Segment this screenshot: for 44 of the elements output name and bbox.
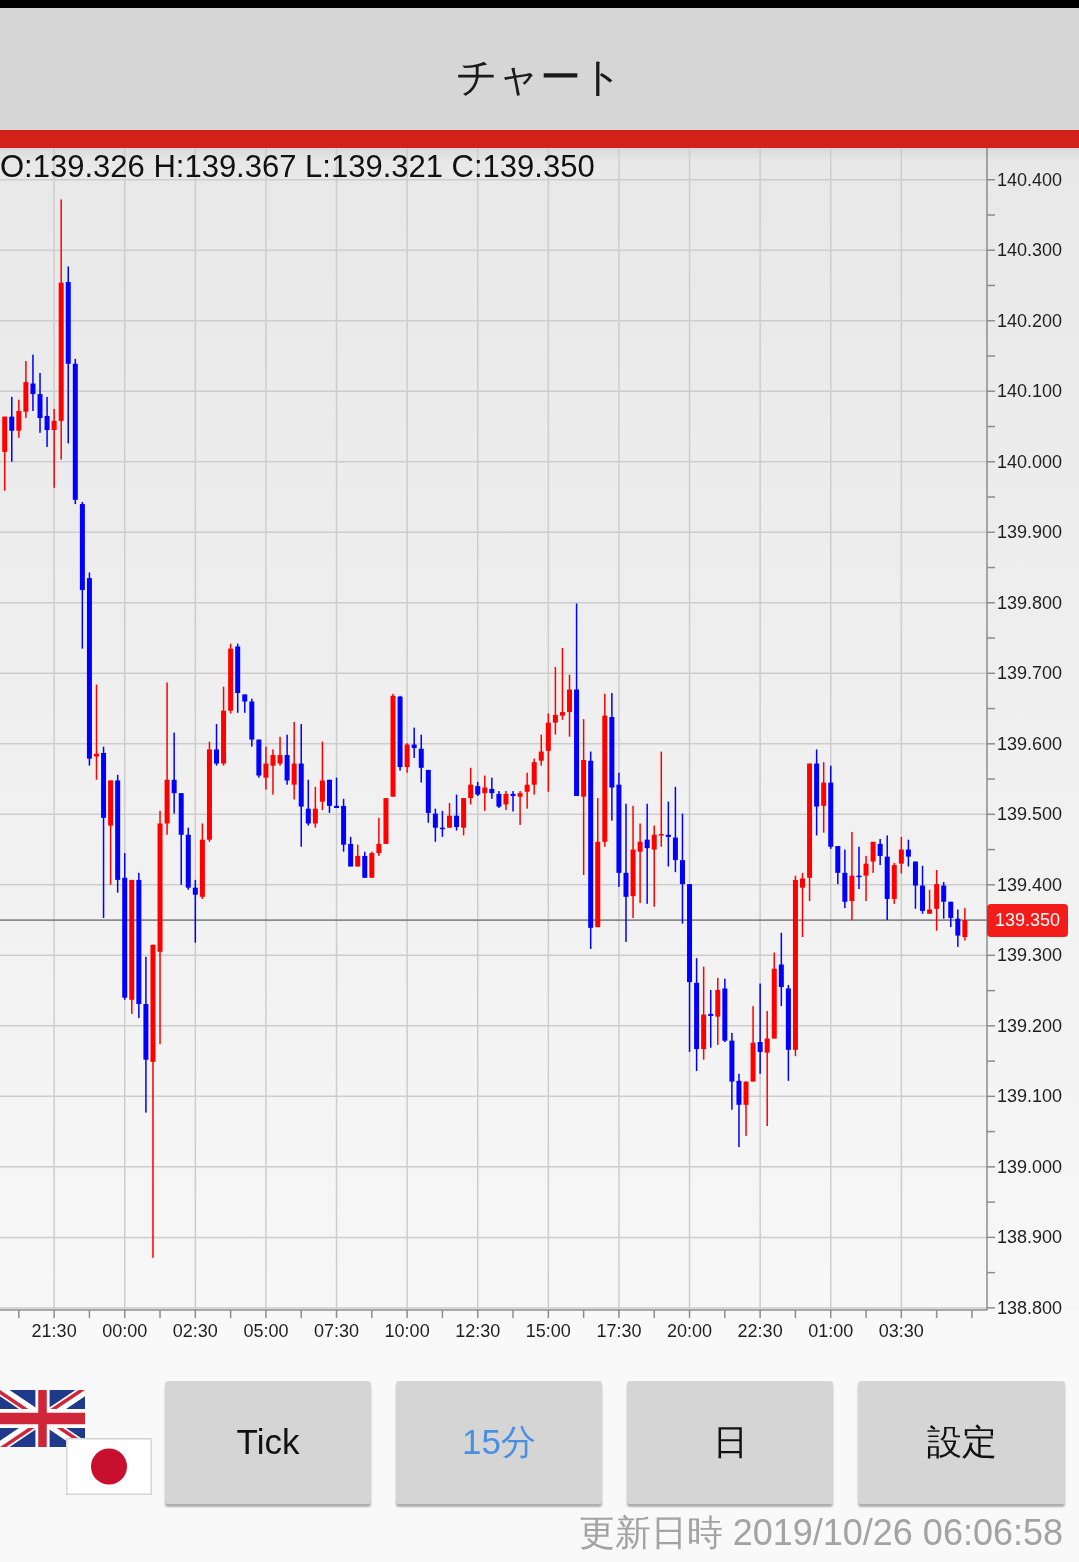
price-axis-label: 138.900 — [997, 1226, 1063, 1249]
union-jack-flag-icon[interactable] — [0, 1390, 85, 1447]
price-axis-label: 139.500 — [997, 803, 1063, 826]
time-axis-label: 03:30 — [878, 1320, 924, 1342]
price-axis-label: 138.800 — [997, 1296, 1063, 1319]
time-axis-label: 10:00 — [384, 1320, 430, 1342]
ohlc-readout: O:139.326 H:139.367 L:139.321 C:139.350 — [0, 149, 595, 185]
candlestick — [920, 865, 925, 914]
time-axis-label: 00:00 — [102, 1320, 148, 1342]
candlestick — [447, 803, 452, 828]
current-price-label: 139.350 — [987, 903, 1068, 937]
price-axis-label: 139.200 — [997, 1014, 1063, 1037]
time-axis-label: 20:00 — [667, 1320, 713, 1342]
time-axis-label: 05:00 — [243, 1320, 289, 1342]
time-axis-label: 21:30 — [31, 1320, 77, 1342]
settings-button[interactable]: 設定 — [858, 1381, 1065, 1504]
price-axis-label: 139.300 — [997, 944, 1063, 967]
time-axis-label: 17:30 — [596, 1320, 642, 1342]
candlestick — [567, 674, 572, 737]
price-axis-label: 140.300 — [997, 239, 1063, 262]
price-axis-label: 140.100 — [997, 380, 1063, 403]
time-axis-label: 01:00 — [808, 1320, 854, 1342]
timeframe-button[interactable]: Tick — [165, 1381, 371, 1504]
price-axis-label: 139.000 — [997, 1155, 1063, 1178]
price-axis-label: 139.800 — [997, 591, 1063, 614]
screen-title: チャート — [456, 53, 623, 101]
time-axis-label: 12:30 — [455, 1320, 501, 1342]
time-axis-label: 02:30 — [172, 1320, 218, 1342]
price-axis-label: 140.400 — [997, 168, 1063, 191]
price-axis-label: 140.000 — [997, 450, 1063, 473]
price-axis-label: 139.700 — [997, 662, 1063, 685]
japan-flag-icon[interactable] — [66, 1438, 152, 1495]
time-axis-label: 07:30 — [314, 1320, 360, 1342]
candlestick — [800, 872, 805, 937]
time-axis-label: 22:30 — [737, 1320, 783, 1342]
price-axis-label: 139.900 — [997, 521, 1063, 544]
price-axis-label: 139.600 — [997, 732, 1063, 755]
last-updated-text: 更新日時 2019/10/26 06:06:58 — [578, 1513, 1063, 1553]
price-axis-label: 140.200 — [997, 309, 1063, 332]
price-axis-label: 139.100 — [997, 1085, 1063, 1108]
time-axis-label: 15:00 — [525, 1320, 571, 1342]
price-axis-label: 139.400 — [997, 873, 1063, 896]
candlestick — [214, 724, 219, 766]
timeframe-button[interactable]: 日 — [627, 1381, 833, 1504]
